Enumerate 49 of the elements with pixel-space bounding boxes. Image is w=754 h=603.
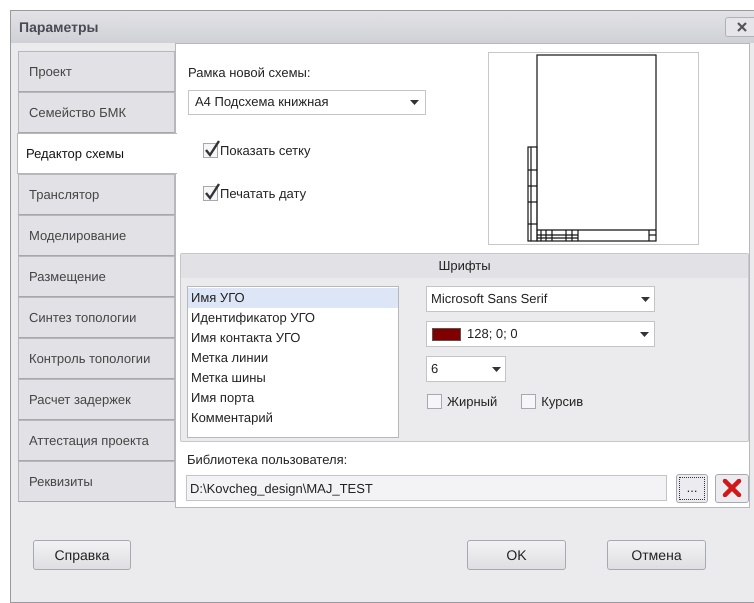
delete-icon [722, 479, 742, 497]
checkbox-label: Жирный [447, 393, 498, 411]
tab[interactable]: Транслятор [18, 174, 175, 215]
font-family-dropdown[interactable]: Microsoft Sans Serif [426, 286, 655, 312]
cancel-button[interactable]: Отмена [607, 540, 706, 570]
list-item[interactable]: Метка шины [188, 368, 398, 388]
tab[interactable]: Реквизиты [18, 461, 175, 502]
checkbox-label: Печатать дату [220, 185, 306, 203]
tab[interactable]: Аттестация проекта [18, 420, 175, 461]
dropdown-caret-icon [640, 332, 649, 336]
font-size-dropdown[interactable]: 6 [426, 356, 506, 382]
list-item[interactable]: Комментарий [188, 408, 398, 428]
checkbox[interactable] [521, 394, 536, 410]
tab[interactable]: Проект [18, 51, 175, 92]
browse-button[interactable]: ... [676, 474, 708, 502]
dropdown-caret-icon [492, 366, 501, 372]
checkbox[interactable] [203, 142, 218, 158]
list-item[interactable]: Имя порта [188, 388, 398, 408]
tab[interactable]: Расчет задержек [18, 379, 175, 420]
path-field[interactable]: D:\Kovcheg_design\MAJ_TEST [186, 475, 668, 501]
color-dropdown[interactable]: 128; 0; 0 [426, 321, 655, 347]
close-icon [737, 22, 747, 32]
tab[interactable]: Контроль топологии [18, 338, 175, 379]
list-item[interactable]: Идентификатор УГО [188, 308, 398, 328]
group-title: Шрифты [181, 254, 748, 278]
checkbox[interactable] [427, 394, 442, 410]
window-title: Параметры [19, 18, 99, 37]
frame-dropdown[interactable]: А4 Подсхема книжная [188, 90, 426, 114]
ok-button[interactable]: OK [467, 540, 566, 570]
checkbox-label: Курсив [541, 393, 584, 411]
tab[interactable]: Редактор схемы [17, 133, 177, 174]
field-label: Библиотека пользователя: [187, 451, 348, 469]
tab[interactable]: Синтез топологии [18, 297, 175, 338]
checkmark-icon [204, 183, 221, 202]
list-item[interactable]: Имя УГО [188, 288, 398, 308]
dropdown-caret-icon [641, 296, 650, 302]
dropdown-caret-icon [410, 100, 419, 104]
tab[interactable]: Семейство БМК [18, 92, 175, 133]
checkmark-icon [204, 140, 221, 158]
list-item[interactable]: Имя контакта УГО [188, 328, 398, 348]
delete-button[interactable] [715, 474, 749, 502]
checkbox[interactable] [203, 186, 218, 202]
tab[interactable]: Моделирование [18, 215, 175, 256]
checkbox-label: Показать сетку [220, 142, 310, 160]
close-button[interactable] [725, 17, 754, 37]
field-label: Рамка новой схемы: [188, 64, 312, 82]
help-button[interactable]: Справка [33, 540, 131, 570]
tab[interactable]: Размещение [18, 256, 175, 297]
list-item[interactable]: Метка линии [188, 348, 398, 368]
